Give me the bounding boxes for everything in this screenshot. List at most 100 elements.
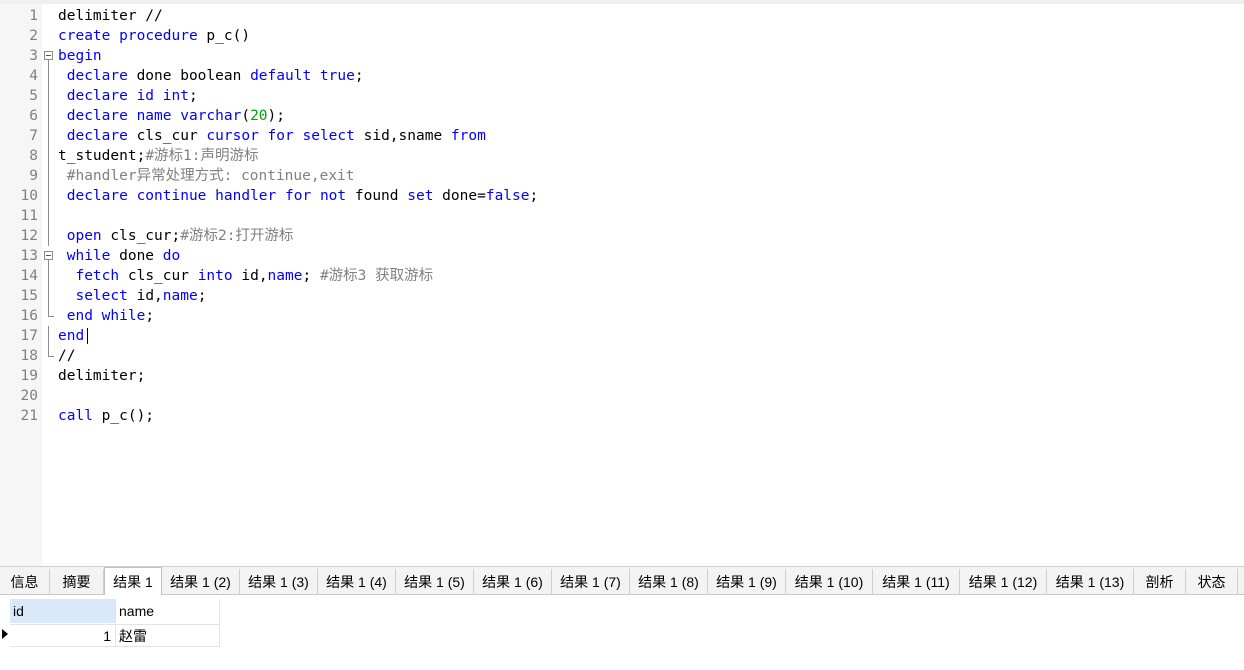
- code-line[interactable]: 6 declare name varchar(20);: [0, 106, 1244, 126]
- line-number: 10: [20, 188, 38, 204]
- code-line[interactable]: 19 delimiter;: [0, 366, 1244, 386]
- code-text[interactable]: open cls_cur;#游标2:打开游标: [58, 226, 294, 246]
- tab-1[interactable]: 摘要: [50, 569, 104, 595]
- fold-marker: [42, 166, 56, 186]
- collapse-icon[interactable]: [44, 251, 53, 260]
- sql-keyword: begin: [58, 48, 102, 64]
- sql-token: ;: [354, 68, 364, 84]
- code-line[interactable]: 7 declare cls_cur cursor for select sid,…: [0, 126, 1244, 146]
- code-line[interactable]: 8 t_student;#游标1:声明游标: [0, 146, 1244, 166]
- tab-6[interactable]: 结果 1 (5): [396, 569, 474, 595]
- code-text[interactable]: end while;: [58, 306, 154, 326]
- tab-5[interactable]: 结果 1 (4): [318, 569, 396, 595]
- tab-3[interactable]: 结果 1 (2): [162, 569, 240, 595]
- line-number: 6: [29, 108, 38, 124]
- tab-8[interactable]: 结果 1 (7): [552, 569, 630, 595]
- code-line[interactable]: 17 end: [0, 326, 1244, 346]
- fold-marker: [42, 206, 56, 226]
- sql-token: done=: [433, 188, 486, 204]
- code-line[interactable]: 11: [0, 206, 1244, 226]
- collapse-icon[interactable]: [44, 51, 53, 60]
- column-header-id[interactable]: id: [10, 599, 116, 623]
- sql-token: cls_cur;: [101, 228, 181, 244]
- code-text[interactable]: declare done boolean default true;: [58, 66, 364, 86]
- sql-comment: #游标1:声明游标: [145, 148, 259, 164]
- code-line[interactable]: 20: [0, 386, 1244, 406]
- code-text[interactable]: declare cls_cur cursor for select sid,sn…: [58, 126, 486, 146]
- tab-4[interactable]: 结果 1 (3): [240, 569, 318, 595]
- tab-0[interactable]: 信息: [0, 569, 50, 595]
- code-line[interactable]: 5 declare id int;: [0, 86, 1244, 106]
- tab-10[interactable]: 结果 1 (9): [708, 569, 786, 595]
- code-line[interactable]: 13 while done do: [0, 246, 1244, 266]
- sql-keyword: do: [162, 248, 181, 264]
- sql-keyword: declare: [66, 108, 128, 124]
- code-text[interactable]: fetch cls_cur into id,name; #游标3 获取游标: [58, 266, 433, 286]
- code-text[interactable]: delimiter;: [58, 366, 145, 386]
- tab-12[interactable]: 结果 1 (11): [873, 569, 960, 595]
- tab-9[interactable]: 结果 1 (8): [630, 569, 708, 595]
- sql-keyword: declare: [66, 128, 128, 144]
- code-line[interactable]: 15 select id,name;: [0, 286, 1244, 306]
- tab-16[interactable]: 状态: [1186, 569, 1238, 595]
- code-line[interactable]: 4 declare done boolean default true;: [0, 66, 1244, 86]
- code-line[interactable]: 3 begin: [0, 46, 1244, 66]
- sql-token: p_c(): [197, 28, 251, 44]
- code-text[interactable]: t_student;#游标1:声明游标: [58, 146, 259, 166]
- tab-14[interactable]: 结果 1 (13): [1047, 569, 1134, 595]
- tab-11[interactable]: 结果 1 (10): [786, 569, 873, 595]
- line-number: 20: [20, 388, 38, 404]
- column-header-name[interactable]: name: [116, 599, 220, 623]
- tab-15[interactable]: 剖析: [1134, 569, 1186, 595]
- code-line[interactable]: 21 call p_c();: [0, 406, 1244, 426]
- sql-keyword: select: [302, 128, 355, 144]
- code-lines[interactable]: 1 delimiter // 2 create procedure p_c() 3 beg…: [0, 6, 1244, 426]
- code-line[interactable]: 10 declare continue handler for not foun…: [0, 186, 1244, 206]
- sql-token: p_c();: [92, 408, 155, 424]
- code-text[interactable]: delimiter //: [58, 6, 163, 26]
- sql-keyword: end: [66, 308, 93, 324]
- code-text[interactable]: end: [58, 326, 89, 346]
- code-line[interactable]: 14 fetch cls_cur into id,name; #游标3 获取游标: [0, 266, 1244, 286]
- sql-token: cls_cur: [127, 128, 207, 144]
- cell-id[interactable]: 1: [10, 624, 116, 647]
- sql-token: //: [58, 348, 76, 364]
- code-text[interactable]: declare continue handler for not found s…: [58, 186, 539, 206]
- fold-marker: [42, 226, 56, 246]
- tab-13[interactable]: 结果 1 (12): [960, 569, 1047, 595]
- code-line[interactable]: 16 end while;: [0, 306, 1244, 326]
- code-line[interactable]: 18 //: [0, 346, 1244, 366]
- tab-2[interactable]: 结果 1: [104, 567, 162, 595]
- sql-keyword: call: [58, 408, 93, 424]
- code-text[interactable]: create procedure p_c(): [58, 26, 250, 46]
- code-line[interactable]: 1 delimiter //: [0, 6, 1244, 26]
- line-number: 2: [29, 28, 38, 44]
- sql-keyword: name: [162, 288, 198, 304]
- line-number: 8: [29, 148, 38, 164]
- code-text[interactable]: //: [58, 346, 75, 366]
- result-grid[interactable]: id name 1 赵雷: [0, 595, 1244, 670]
- line-number: 9: [29, 168, 38, 184]
- code-text[interactable]: while done do: [58, 246, 181, 266]
- code-line[interactable]: 2 create procedure p_c(): [0, 26, 1244, 46]
- code-text[interactable]: call p_c();: [58, 406, 154, 426]
- code-text[interactable]: select id,name;: [58, 286, 206, 306]
- row-indicator[interactable]: [0, 623, 10, 645]
- code-text[interactable]: declare id int;: [58, 86, 198, 106]
- code-line[interactable]: 9 #handler异常处理方式: continue,exit: [0, 166, 1244, 186]
- sql-keyword: into: [197, 268, 233, 284]
- code-line[interactable]: 12 open cls_cur;#游标2:打开游标: [0, 226, 1244, 246]
- code-text[interactable]: begin: [58, 46, 102, 66]
- code-text[interactable]: #handler异常处理方式: continue,exit: [58, 166, 355, 186]
- code-text[interactable]: declare name varchar(20);: [58, 106, 285, 126]
- cell-name[interactable]: 赵雷: [116, 624, 220, 647]
- sql-editor[interactable]: 1 delimiter // 2 create procedure p_c() 3 beg…: [0, 4, 1244, 566]
- tab-7[interactable]: 结果 1 (6): [474, 569, 552, 595]
